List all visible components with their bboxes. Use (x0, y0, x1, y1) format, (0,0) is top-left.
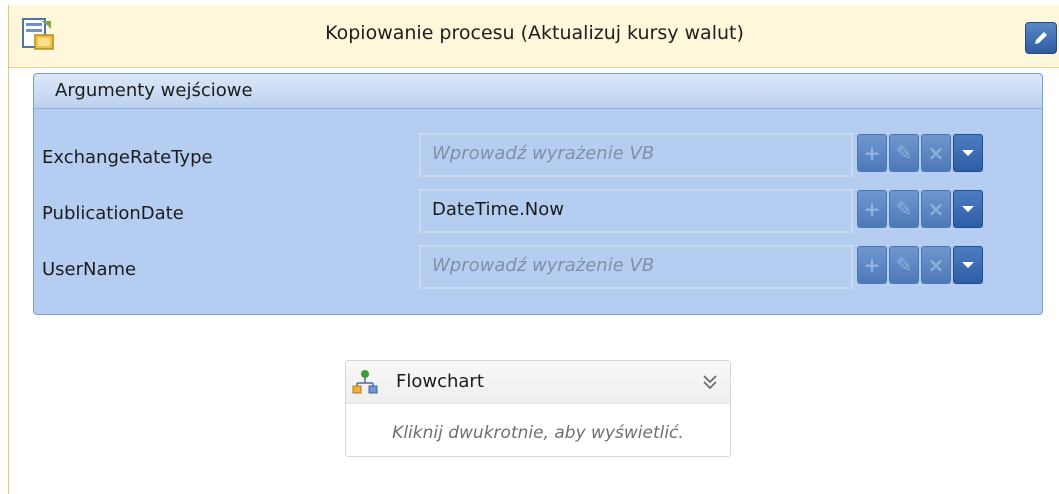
edit-button[interactable] (1025, 22, 1057, 54)
chevron-down-icon (962, 262, 974, 268)
flowchart-title: Flowchart (396, 371, 484, 392)
activity-title: Kopiowanie procesu (Aktualizuj kursy wal… (325, 22, 744, 44)
double-click-hint: Kliknij dwukrotnie, aby wyświetlić. (392, 423, 684, 443)
input-arguments-header: Argumenty wejściowe (34, 74, 1042, 109)
edit-expression-button[interactable]: ✎ (889, 190, 919, 228)
flowchart-activity[interactable]: Flowchart Kliknij dwukrotnie, aby wyświe… (345, 360, 731, 457)
argument-row-buttons: + ✎ × (857, 134, 983, 172)
chevron-down-icon (962, 206, 974, 212)
flowchart-icon (352, 370, 378, 394)
edit-expression-button[interactable]: ✎ (889, 246, 919, 284)
chevron-down-icon (962, 150, 974, 156)
exchange-rate-type-input[interactable]: Wprowadź wyrażenie VB (419, 133, 853, 177)
dropdown-button[interactable] (953, 246, 983, 284)
add-button[interactable]: + (857, 190, 887, 228)
dropdown-button[interactable] (953, 190, 983, 228)
dropdown-button[interactable] (953, 134, 983, 172)
user-name-input[interactable]: Wprowadź wyrażenie VB (419, 245, 853, 289)
remove-button[interactable]: × (921, 190, 951, 228)
activity-header[interactable]: Kopiowanie procesu (Aktualizuj kursy wal… (9, 5, 1059, 68)
remove-button[interactable]: × (921, 246, 951, 284)
pencil-icon (1035, 32, 1047, 44)
argument-name-label: ExchangeRateType (42, 147, 213, 168)
flowchart-header[interactable]: Flowchart (346, 361, 730, 404)
argument-row-buttons: + ✎ × (857, 246, 983, 284)
argument-name-label: UserName (42, 259, 137, 280)
add-button[interactable]: + (857, 246, 887, 284)
add-button[interactable]: + (857, 134, 887, 172)
argument-row-buttons: + ✎ × (857, 190, 983, 228)
remove-button[interactable]: × (921, 134, 951, 172)
publication-date-input[interactable]: DateTime.Now (419, 189, 853, 233)
activity-designer[interactable]: Kopiowanie procesu (Aktualizuj kursy wal… (8, 5, 1059, 494)
argument-name-label: PublicationDate (42, 203, 184, 224)
edit-expression-button[interactable]: ✎ (889, 134, 919, 172)
expand-chevrons-icon[interactable] (702, 373, 718, 391)
